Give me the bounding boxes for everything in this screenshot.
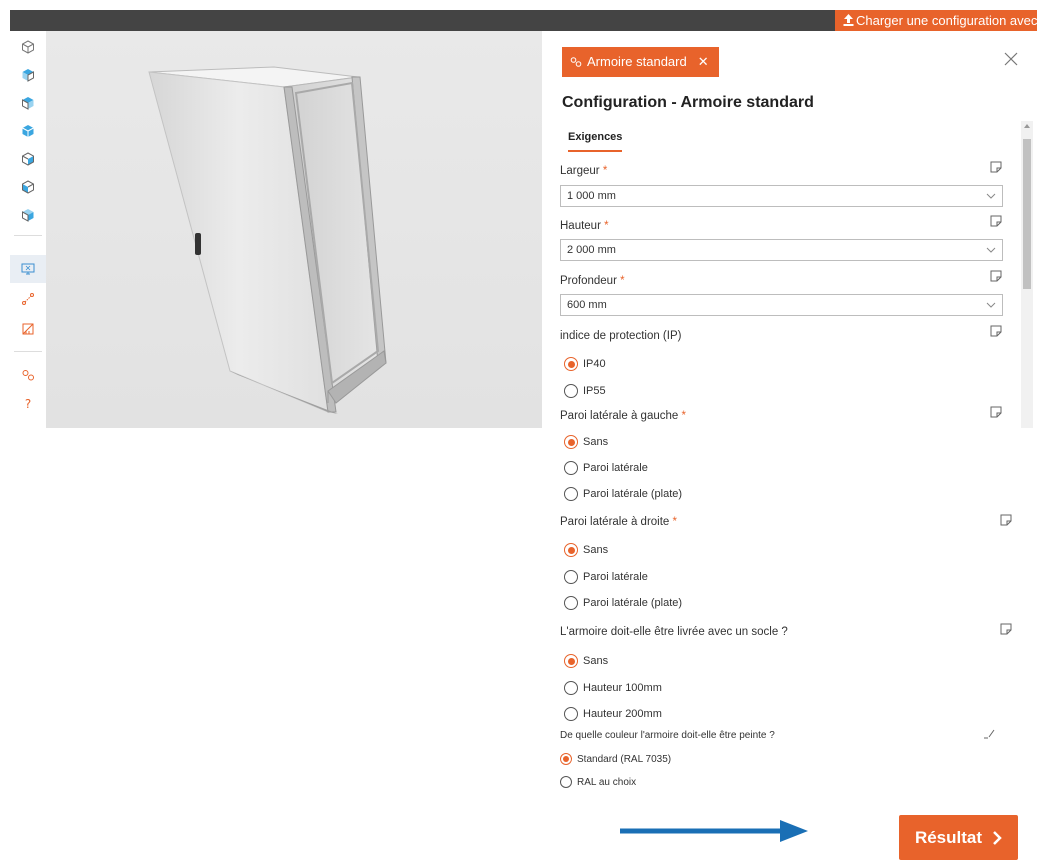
arrow-annotation xyxy=(620,820,808,842)
radio-plinth-200[interactable]: Hauteur 200mm xyxy=(564,707,662,721)
sidebar-item-connector[interactable] xyxy=(10,285,46,313)
sidebar-item-screen[interactable] xyxy=(10,255,46,283)
scroll-thumb[interactable] xyxy=(1023,139,1031,289)
sidebar-item-cube[interactable] xyxy=(10,33,46,61)
svg-text:?: ? xyxy=(25,397,31,410)
width-label: Largeur * xyxy=(560,165,608,177)
close-icon[interactable] xyxy=(1003,51,1019,67)
sidebar-item-cube-5[interactable] xyxy=(10,145,46,173)
chevron-down-icon xyxy=(986,302,996,308)
height-select[interactable]: 2 000 mm xyxy=(560,239,1003,261)
load-configuration-button[interactable]: Charger une configuration avec ID xyxy=(835,10,1037,31)
upload-icon xyxy=(843,14,854,26)
cube-colored-icon xyxy=(22,209,34,222)
radio-ip40[interactable]: IP40 xyxy=(564,357,606,371)
result-button[interactable]: Résultat xyxy=(899,815,1018,860)
sidebar-item-link[interactable] xyxy=(10,361,46,389)
color-label: De quelle couleur l'armoire doit-elle êt… xyxy=(560,730,775,741)
radio-color-standard[interactable]: Standard (RAL 7035) xyxy=(560,753,671,765)
radio-dot xyxy=(564,487,578,501)
cube-colored-icon xyxy=(22,97,34,110)
radio-dot xyxy=(564,461,578,475)
scrollbar[interactable] xyxy=(1021,121,1033,428)
note-icon[interactable] xyxy=(1000,514,1012,526)
radio-dot xyxy=(564,357,578,371)
scroll-up-arrow[interactable] xyxy=(1024,124,1030,128)
cube-icon xyxy=(22,40,34,54)
sidebar-item-cube-2[interactable] xyxy=(10,61,46,89)
cube-colored-icon xyxy=(22,125,34,137)
chevron-down-icon xyxy=(986,193,996,199)
sidebar-item-help[interactable]: ? xyxy=(10,389,46,417)
right-wall-label: Paroi latérale à droite * xyxy=(560,516,677,528)
chevron-down-icon xyxy=(986,247,996,253)
radio-dot xyxy=(564,543,578,557)
sidebar-item-cube-3[interactable] xyxy=(10,89,46,117)
depth-label: Profondeur * xyxy=(560,275,625,287)
radio-right-wall-sans[interactable]: Sans xyxy=(564,543,608,557)
height-label: Hauteur * xyxy=(560,220,609,232)
radio-color-custom[interactable]: RAL au choix xyxy=(560,776,636,788)
configuration-panel: Armoire standard ✕ Configuration - Armoi… xyxy=(542,31,1037,861)
sidebar-item-dimensions[interactable] xyxy=(10,315,46,343)
page-title: Configuration - Armoire standard xyxy=(562,94,814,111)
sidebar-divider-2 xyxy=(14,351,42,352)
note-icon[interactable] xyxy=(990,161,1002,173)
dimensions-icon xyxy=(22,323,34,335)
radio-dot xyxy=(560,753,572,765)
radio-left-wall-side[interactable]: Paroi latérale xyxy=(564,461,648,475)
radio-left-wall-flat[interactable]: Paroi latérale (plate) xyxy=(564,487,682,501)
radio-ip55[interactable]: IP55 xyxy=(564,384,606,398)
3d-viewer[interactable] xyxy=(46,31,542,428)
link-icon xyxy=(22,370,34,381)
radio-dot xyxy=(564,384,578,398)
radio-left-wall-sans[interactable]: Sans xyxy=(564,435,608,449)
cube-colored-icon xyxy=(22,69,34,82)
cabinet-3d-model xyxy=(148,66,387,414)
depth-select[interactable]: 600 mm xyxy=(560,294,1003,316)
radio-dot xyxy=(564,654,578,668)
radio-dot xyxy=(564,681,578,695)
left-sidebar: ? xyxy=(10,31,46,431)
tab-exigences[interactable]: Exigences xyxy=(568,131,623,152)
radio-dot xyxy=(564,707,578,721)
note-icon[interactable] xyxy=(990,215,1002,227)
radio-plinth-100[interactable]: Hauteur 100mm xyxy=(564,681,662,695)
link-icon xyxy=(570,57,582,67)
radio-plinth-sans[interactable]: Sans xyxy=(564,654,608,668)
note-icon[interactable] xyxy=(990,406,1002,418)
radio-dot xyxy=(564,596,578,610)
plinth-label: L'armoire doit-elle être livrée avec un … xyxy=(560,626,788,638)
cube-colored-icon xyxy=(22,180,34,194)
cube-colored-icon xyxy=(22,152,34,166)
radio-dot xyxy=(564,435,578,449)
result-button-label: Résultat xyxy=(914,827,983,847)
radio-right-wall-side[interactable]: Paroi latérale xyxy=(564,570,648,584)
configuration-tag-label: Armoire standard xyxy=(587,54,687,69)
note-icon[interactable] xyxy=(990,270,1002,282)
configuration-tag[interactable]: Armoire standard ✕ xyxy=(562,47,719,77)
sidebar-item-cube-6[interactable] xyxy=(10,173,46,201)
sidebar-item-cube-7[interactable] xyxy=(10,201,46,229)
screen-icon xyxy=(21,263,35,275)
sidebar-item-cube-4[interactable] xyxy=(10,117,46,145)
radio-dot xyxy=(560,776,572,788)
sidebar-divider xyxy=(14,235,42,236)
load-configuration-label: Charger une configuration avec ID xyxy=(856,13,1037,28)
note-icon[interactable] xyxy=(1000,623,1012,635)
width-select[interactable]: 1 000 mm xyxy=(560,185,1003,207)
radio-dot xyxy=(564,570,578,584)
ip-label: indice de protection (IP) xyxy=(560,330,682,342)
radio-right-wall-flat[interactable]: Paroi latérale (plate) xyxy=(564,596,682,610)
close-tag-icon[interactable]: ✕ xyxy=(698,47,709,77)
edit-note-icon[interactable] xyxy=(983,727,995,739)
chevron-right-icon xyxy=(993,830,1002,845)
connector-icon xyxy=(22,293,34,305)
note-icon[interactable] xyxy=(990,325,1002,337)
top-bar: Charger une configuration avec ID xyxy=(10,10,1037,31)
left-wall-label: Paroi latérale à gauche * xyxy=(560,410,686,422)
help-icon: ? xyxy=(25,397,31,410)
